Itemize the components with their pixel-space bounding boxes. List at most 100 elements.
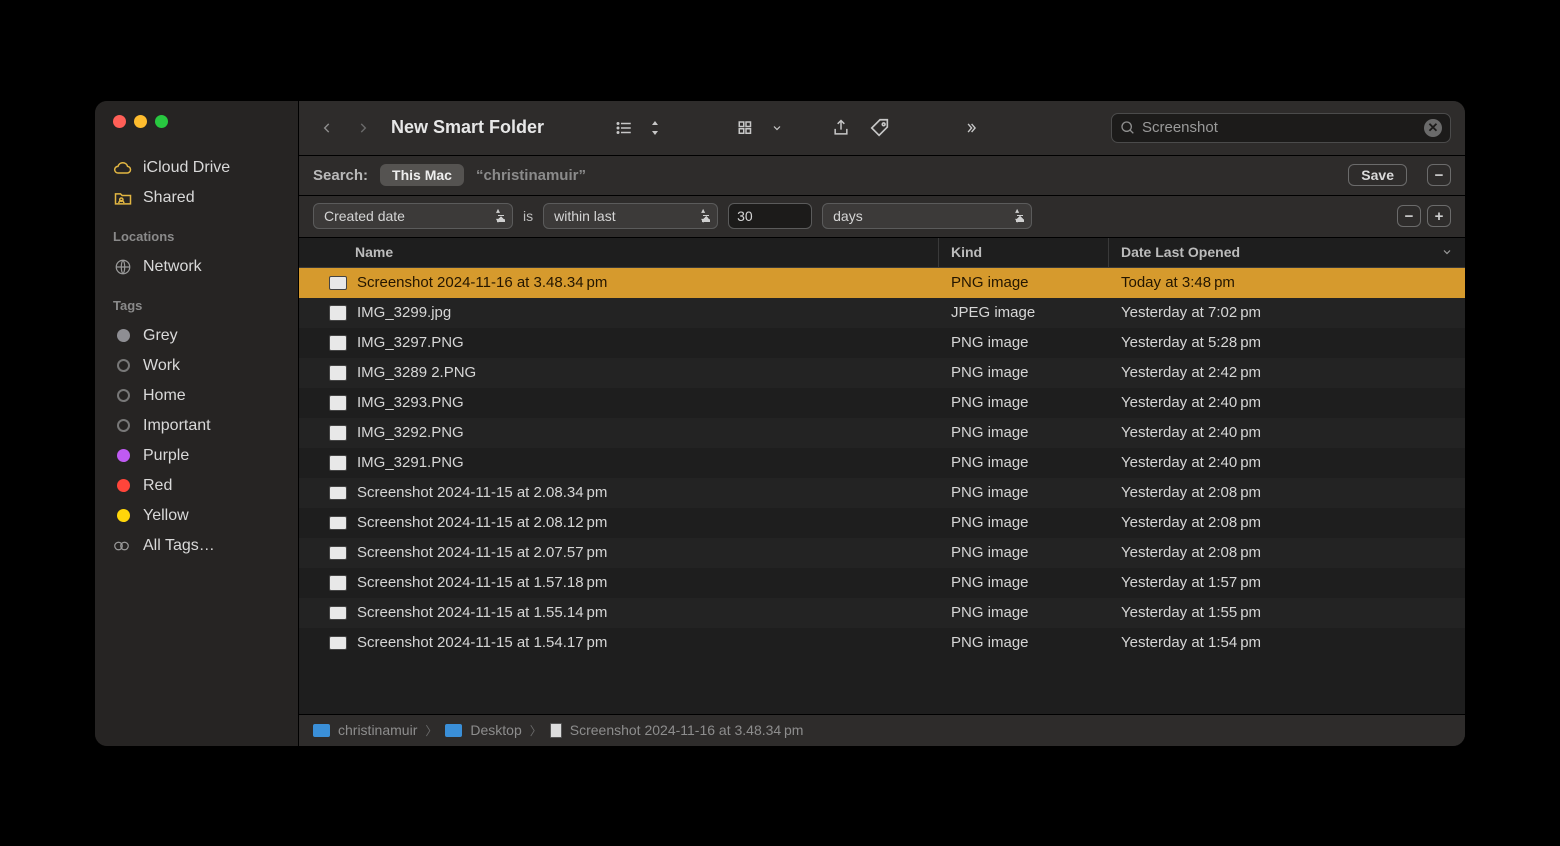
toolbar: New Smart Folder [299, 101, 1465, 156]
sidebar-tag-purple[interactable]: Purple [95, 441, 298, 471]
file-row[interactable]: Screenshot 2024-11-15 at 2.08.34 pmPNG i… [299, 478, 1465, 508]
file-name: Screenshot 2024-11-15 at 1.57.18 pm [357, 574, 607, 591]
file-row[interactable]: Screenshot 2024-11-15 at 2.07.57 pmPNG i… [299, 538, 1465, 568]
remove-criteria-button[interactable]: − [1397, 205, 1421, 227]
view-as-list-button[interactable] [608, 114, 640, 142]
column-kind[interactable]: Kind [939, 238, 1109, 267]
chevron-right-icon: 〉 [425, 722, 437, 739]
sidebar-tag-red[interactable]: Red [95, 471, 298, 501]
folder-icon [445, 724, 462, 737]
tag-dot-icon [113, 446, 133, 466]
scope-user-folder[interactable]: “christinamuir” [476, 167, 586, 184]
file-row[interactable]: IMG_3289 2.PNGPNG imageYesterday at 2:42… [299, 358, 1465, 388]
clear-search-button[interactable]: ✕ [1424, 119, 1442, 137]
scope-this-mac[interactable]: This Mac [380, 164, 464, 186]
forward-button[interactable] [349, 114, 377, 142]
sidebar-tag-grey[interactable]: Grey [95, 321, 298, 351]
criteria-attribute-value: Created date [324, 208, 405, 224]
sidebar-item-label: Yellow [143, 507, 189, 525]
file-row[interactable]: IMG_3297.PNG PNG imageYesterday at 5:28 p… [299, 328, 1465, 358]
search-input[interactable] [1142, 119, 1424, 136]
file-date: Yesterday at 1:55 pm [1109, 604, 1465, 621]
sidebar-tag-important[interactable]: Important [95, 411, 298, 441]
sidebar-item-label: Work [143, 357, 180, 375]
sidebar-item-label: Network [143, 258, 202, 276]
sidebar-item-icloud-drive[interactable]: iCloud Drive [95, 153, 298, 183]
criteria-unit-select[interactable]: days ▴▾ [822, 203, 1032, 229]
file-date: Yesterday at 1:54 pm [1109, 634, 1465, 651]
save-search-button[interactable]: Save [1348, 164, 1407, 186]
file-row[interactable]: Screenshot 2024-11-15 at 2.08.12 pmPNG i… [299, 508, 1465, 538]
tag-color-dot [117, 509, 130, 522]
column-header: Name Kind Date Last Opened [299, 238, 1465, 268]
path-segment[interactable]: Desktop [470, 722, 521, 738]
file-name: Screenshot 2024-11-15 at 1.55.14 pm [357, 604, 607, 621]
minimize-window-button[interactable] [134, 115, 147, 128]
file-kind: JPEG image [939, 304, 1109, 321]
file-thumbnail-icon [329, 486, 347, 500]
sidebar-item-shared[interactable]: Shared [95, 183, 298, 213]
sidebar-tag-work[interactable]: Work [95, 351, 298, 381]
tag-dot-icon [113, 416, 133, 436]
criteria-unit-value: days [833, 208, 863, 224]
file-date: Yesterday at 2:40 pm [1109, 394, 1465, 411]
file-name: IMG_3289 2.PNG [357, 364, 476, 381]
sidebar-tag-home[interactable]: Home [95, 381, 298, 411]
criteria-attribute-select[interactable]: Created date ▴▾ [313, 203, 513, 229]
home-folder-icon [313, 724, 330, 737]
add-criteria-button[interactable]: + [1427, 205, 1451, 227]
view-options-stepper[interactable] [640, 114, 670, 142]
file-row[interactable]: IMG_3299.jpgJPEG imageYesterday at 7:02 … [299, 298, 1465, 328]
column-name[interactable]: Name [299, 238, 939, 267]
file-icon [550, 723, 562, 738]
file-date: Yesterday at 2:40 pm [1109, 424, 1465, 441]
criteria-range-select[interactable]: within last ▴▾ [543, 203, 718, 229]
tags-button[interactable] [864, 114, 896, 142]
sidebar-item-label: Red [143, 477, 172, 495]
file-row[interactable]: Screenshot 2024-11-15 at 1.57.18 pmPNG i… [299, 568, 1465, 598]
path-segment[interactable]: christinamuir [338, 722, 417, 738]
remove-scope-button[interactable]: − [1427, 164, 1451, 186]
criteria-range-value: within last [554, 208, 615, 224]
file-row[interactable]: Screenshot 2024-11-15 at 1.55.14 pmPNG i… [299, 598, 1465, 628]
file-thumbnail-icon [329, 425, 347, 441]
sidebar-section-tags: Tags [95, 288, 298, 317]
criteria-number-input[interactable]: 30 [728, 203, 812, 229]
overflow-button[interactable] [956, 114, 986, 142]
file-row[interactable]: IMG_3291.PNGPNG imageYesterday at 2:40 p… [299, 448, 1465, 478]
file-row[interactable]: IMG_3293.PNGPNG imageYesterday at 2:40 p… [299, 388, 1465, 418]
file-row[interactable]: Screenshot 2024-11-16 at 3.48.34 pmPNG i… [299, 268, 1465, 298]
tag-dot-icon [113, 386, 133, 406]
path-segment[interactable]: Screenshot 2024-11-16 at 3.48.34 pm [570, 722, 804, 738]
sidebar-tag-yellow[interactable]: Yellow [95, 501, 298, 531]
sidebar-item-label: Home [143, 387, 186, 405]
file-date: Yesterday at 5:28 pm [1109, 334, 1465, 351]
file-date: Yesterday at 2:40 pm [1109, 454, 1465, 471]
file-list[interactable]: Screenshot 2024-11-16 at 3.48.34 pmPNG i… [299, 268, 1465, 714]
tag-dot-icon [113, 356, 133, 376]
file-thumbnail-icon [329, 276, 347, 290]
close-window-button[interactable] [113, 115, 126, 128]
sidebar-item-all-tags[interactable]: All Tags… [95, 531, 298, 561]
file-name: Screenshot 2024-11-15 at 2.07.57 pm [357, 544, 607, 561]
file-kind: PNG image [939, 334, 1109, 351]
file-row[interactable]: IMG_3292.PNGPNG imageYesterday at 2:40 p… [299, 418, 1465, 448]
search-icon [1120, 120, 1136, 136]
column-date-last-opened[interactable]: Date Last Opened [1109, 238, 1465, 267]
file-name: IMG_3297.PNG [357, 334, 464, 351]
sidebar-item-label: All Tags… [143, 537, 215, 555]
file-thumbnail-icon [329, 335, 347, 351]
group-by-chevron[interactable] [762, 114, 792, 142]
path-bar: christinamuir 〉 Desktop 〉 Screenshot 202… [299, 714, 1465, 746]
zoom-window-button[interactable] [155, 115, 168, 128]
file-thumbnail-icon [329, 516, 347, 530]
search-field[interactable]: ✕ [1111, 113, 1451, 143]
file-row[interactable]: Screenshot 2024-11-15 at 1.54.17 pmPNG i… [299, 628, 1465, 658]
file-name: Screenshot 2024-11-15 at 2.08.12 pm [357, 514, 607, 531]
file-kind: PNG image [939, 274, 1109, 291]
group-by-button[interactable] [730, 114, 762, 142]
back-button[interactable] [313, 114, 341, 142]
scope-label: Search: [313, 167, 368, 184]
share-button[interactable] [826, 114, 856, 142]
sidebar-item-network[interactable]: Network [95, 252, 298, 282]
